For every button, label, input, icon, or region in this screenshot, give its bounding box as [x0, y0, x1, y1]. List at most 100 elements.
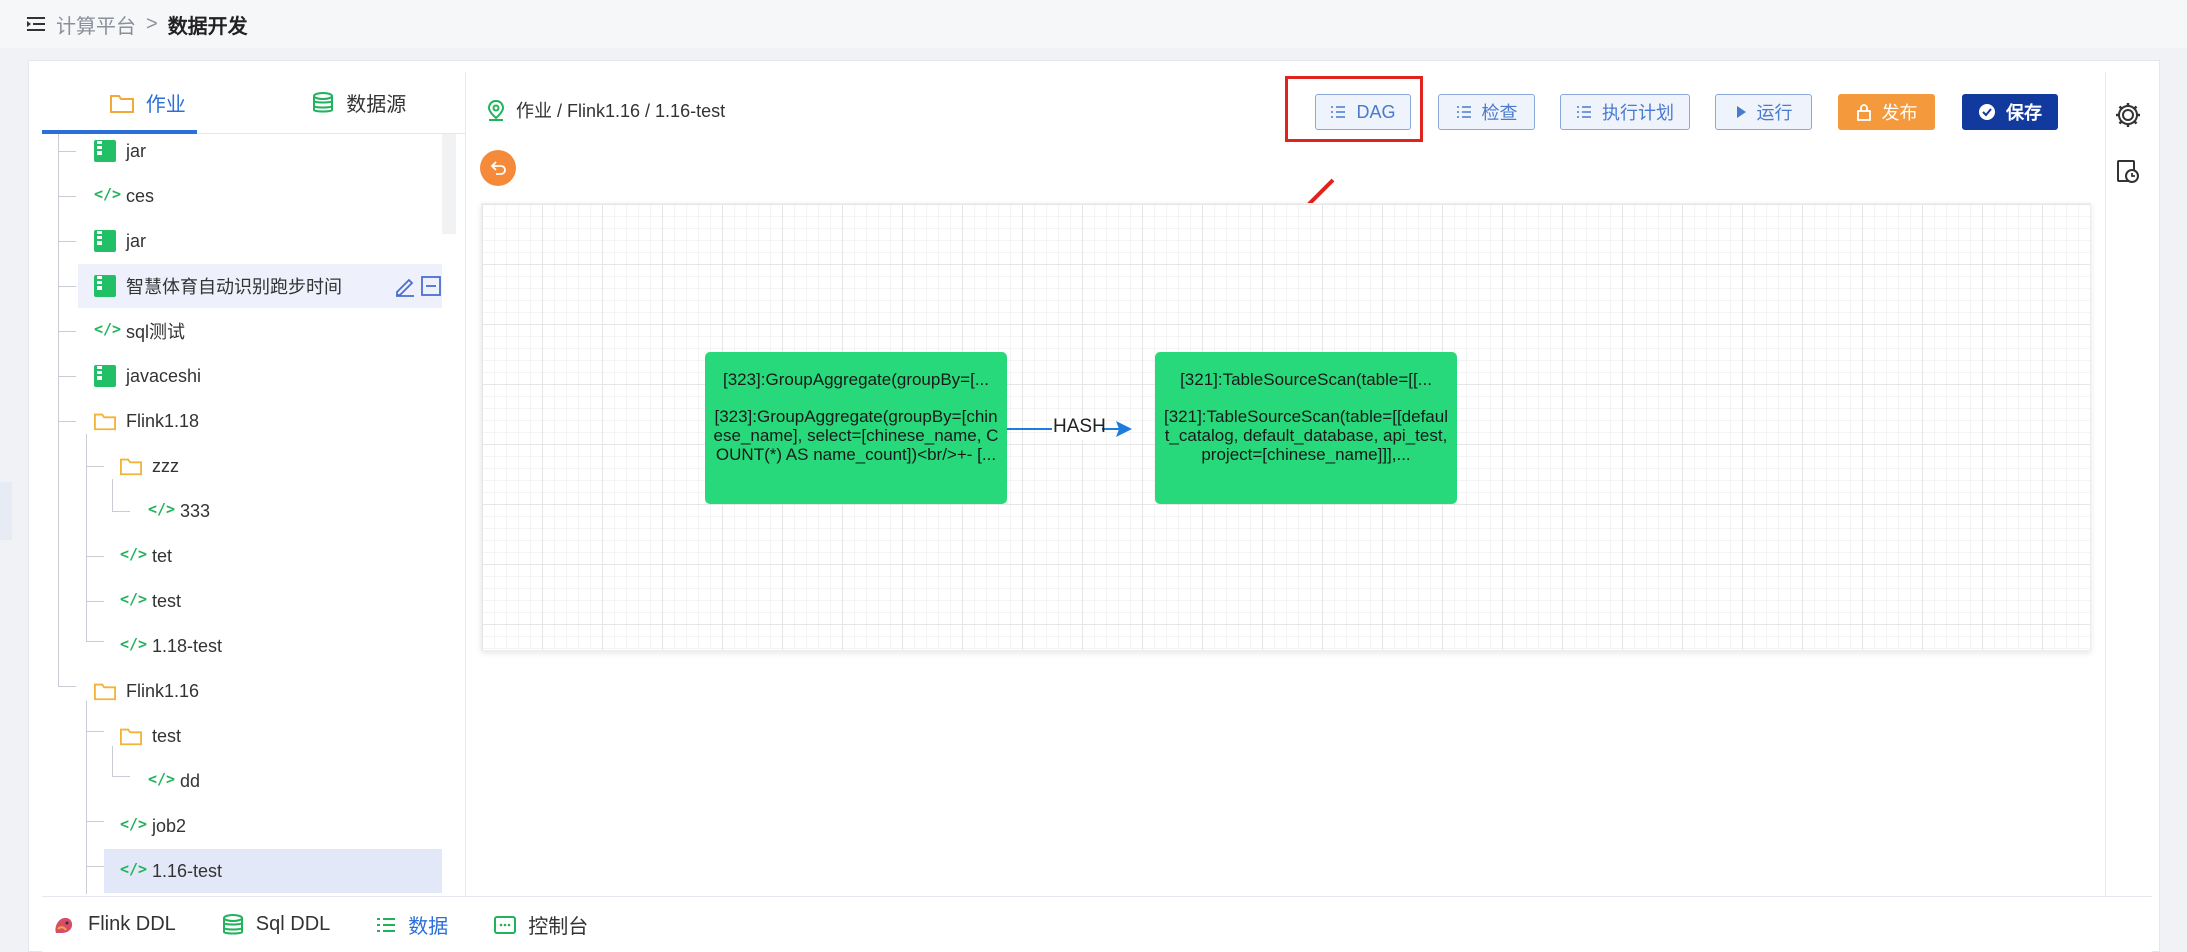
tab-flink-ddl[interactable]: Flink DDL: [52, 913, 176, 937]
collapse-icon[interactable]: [420, 275, 442, 297]
check-button-label: 检查: [1481, 103, 1518, 123]
tree-guide: [58, 241, 76, 242]
tree-folder-label: test: [152, 725, 182, 746]
code-file-icon: </>: [148, 770, 176, 788]
tab-datasource[interactable]: 数据源: [254, 72, 466, 133]
dag-node-description: [321]:TableSourceScan(table=[[default_ca…: [1163, 407, 1448, 464]
tree-item-label: 1.16-test: [152, 860, 223, 881]
bottom-tab-bar: Flink DDL Sql DDL 数据 控制台: [42, 896, 2152, 952]
tree-guide: [86, 601, 104, 602]
list-icon: [1577, 106, 1591, 118]
execution-plan-button[interactable]: 执行计划: [1560, 94, 1690, 130]
tree-guide: [58, 134, 59, 686]
tree-guide: [112, 776, 130, 777]
dag-canvas[interactable]: [323]:GroupAggregate(groupBy=[... [323]:…: [481, 203, 2091, 651]
tree-guide: [112, 511, 130, 512]
list-icon: [377, 917, 396, 932]
menu-toggle-icon[interactable]: [26, 14, 46, 34]
job-tree: jar </> ces jar 智慧体育自动识别跑步时间 </> sql测试 j…: [42, 134, 465, 894]
tree-item[interactable]: jar: [94, 134, 146, 173]
tree-guide: [58, 686, 76, 687]
tree-folder[interactable]: Flink1.18: [94, 399, 199, 443]
code-file-icon: </>: [120, 545, 148, 563]
tree-item[interactable]: </> sql测试: [94, 309, 185, 353]
tree-item[interactable]: </> 333: [148, 489, 210, 533]
publish-button[interactable]: 发布: [1838, 94, 1935, 130]
tree-folder[interactable]: Flink1.16: [94, 669, 199, 713]
tree-guide: [86, 641, 104, 642]
tree-item-label: 1.18-test: [152, 635, 223, 656]
tree-scrollbar[interactable]: [442, 134, 456, 234]
tree-item[interactable]: jar: [94, 219, 146, 263]
lock-icon: [1856, 104, 1871, 121]
tree-guide: [112, 479, 113, 511]
edit-icon[interactable]: [394, 275, 416, 297]
tab-sql-ddl[interactable]: Sql DDL: [222, 913, 330, 936]
job-path: 作业 / Flink1.16 / 1.16-test: [486, 96, 725, 124]
dag-node-description: [323]:GroupAggregate(groupBy=[chinese_na…: [713, 407, 999, 464]
tree-item-label: javaceshi: [126, 365, 202, 386]
tree-guide: [58, 376, 76, 377]
tree-item-hovered[interactable]: 智慧体育自动识别跑步时间: [78, 264, 442, 308]
code-file-icon: </>: [120, 635, 148, 653]
folder-icon: [120, 458, 142, 476]
jar-file-icon: [94, 365, 116, 387]
code-file-icon: </>: [120, 590, 148, 608]
tree-item[interactable]: </> 1.18-test: [120, 624, 222, 668]
execution-plan-button-label: 执行计划: [1602, 103, 1674, 123]
flink-squirrel-icon: [55, 917, 73, 933]
tab-jobs[interactable]: 作业: [42, 72, 254, 133]
tree-item[interactable]: </> tet: [120, 534, 172, 578]
run-button[interactable]: 运行: [1715, 94, 1812, 130]
tab-console[interactable]: 控制台: [494, 910, 588, 939]
tree-guide: [86, 466, 104, 467]
history-icon[interactable]: [2113, 157, 2143, 187]
tab-console-label: 控制台: [528, 916, 589, 938]
tree-folder-label: Flink1.18: [126, 410, 200, 431]
undo-icon: [490, 161, 506, 175]
breadcrumb-root[interactable]: 计算平台: [56, 10, 136, 39]
code-file-icon: </>: [94, 320, 122, 338]
dag-node-group-aggregate[interactable]: [323]:GroupAggregate(groupBy=[... [323]:…: [705, 352, 1007, 504]
tree-item[interactable]: javaceshi: [94, 354, 201, 398]
tree-item-selected[interactable]: </> 1.16-test: [104, 849, 442, 893]
tree-item-label: jar: [126, 140, 147, 161]
jar-file-icon: [94, 140, 116, 162]
left-tabs: 作业 数据源: [42, 72, 465, 134]
tree-item[interactable]: </> ces: [94, 174, 154, 218]
collapsed-nav-strip: [0, 482, 12, 540]
list-icon: [1456, 106, 1471, 118]
breadcrumb-separator: >: [146, 12, 158, 35]
run-button-label: 运行: [1756, 103, 1793, 123]
tree-folder[interactable]: zzz: [120, 444, 179, 488]
publish-button-label: 发布: [1881, 103, 1918, 123]
dag-highlight-box: [1285, 76, 1423, 142]
tree-item-label: 333: [180, 500, 211, 521]
tab-data[interactable]: 数据: [376, 910, 448, 939]
back-button[interactable]: [480, 150, 516, 186]
tab-flink-ddl-label: Flink DDL: [88, 913, 176, 935]
save-button-label: 保存: [2006, 103, 2042, 123]
tree-item[interactable]: </> job2: [120, 804, 186, 848]
gear-icon[interactable]: [2113, 100, 2143, 130]
folder-icon: [120, 728, 142, 746]
tree-item[interactable]: </> dd: [148, 759, 200, 803]
tree-guide: [58, 196, 76, 197]
tree-guide: [58, 331, 76, 332]
code-file-icon: </>: [148, 500, 176, 518]
tree-item[interactable]: </> test: [120, 579, 181, 623]
check-button[interactable]: 检查: [1438, 94, 1535, 130]
tree-guide: [58, 286, 76, 287]
folder-icon: [94, 413, 116, 431]
dag-node-table-source-scan[interactable]: [321]:TableSourceScan(table=[[... [321]:…: [1155, 352, 1457, 504]
tree-guide: [86, 821, 104, 822]
tree-folder[interactable]: test: [120, 714, 181, 758]
tree-item-label: tet: [152, 545, 173, 566]
tree-folder-label: zzz: [152, 455, 179, 476]
folder-icon: [94, 683, 116, 701]
dag-node-title: [321]:TableSourceScan(table=[[...: [1180, 370, 1432, 389]
jar-file-icon: [94, 275, 116, 297]
save-button[interactable]: 保存: [1962, 94, 2058, 130]
database-icon: [222, 913, 243, 934]
right-side-divider: [2105, 72, 2106, 897]
